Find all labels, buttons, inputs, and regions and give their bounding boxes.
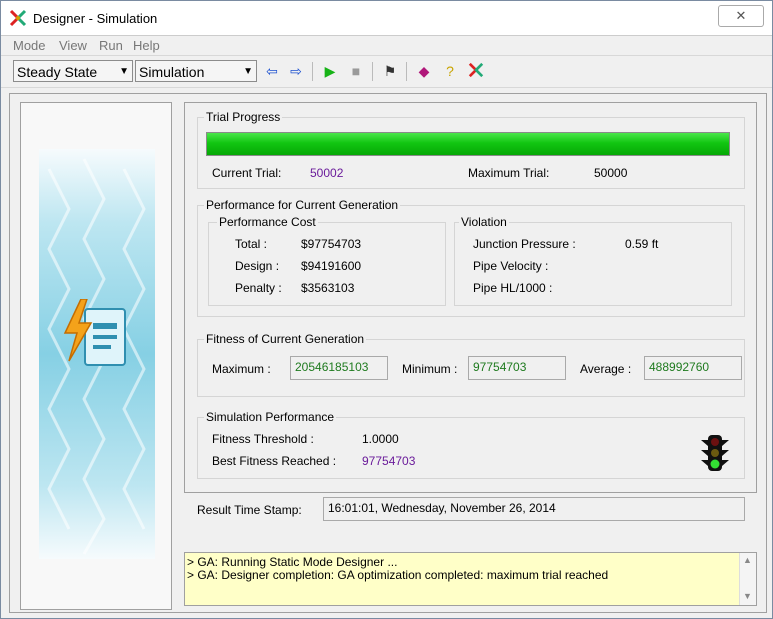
- mode-select[interactable]: Steady State ▼: [13, 60, 133, 82]
- best-fitness-value: 97754703: [362, 454, 416, 468]
- scroll-down-icon[interactable]: ▼: [743, 591, 752, 601]
- message-log[interactable]: > GA: Running Static Mode Designer ... >…: [184, 552, 757, 606]
- design-value: $94191600: [301, 259, 362, 273]
- violation-group: Violation Junction Pressure : 0.59 ft Pi…: [454, 215, 732, 306]
- toolbar-separator: [372, 62, 373, 81]
- help-icon[interactable]: ?: [441, 62, 459, 80]
- lightning-document-icon: [61, 298, 131, 374]
- book-icon[interactable]: ◆: [415, 62, 433, 80]
- close-button[interactable]: ✕: [718, 5, 764, 27]
- back-arrow-icon[interactable]: ⇦: [263, 62, 281, 80]
- fitness-threshold-value: 1.0000: [362, 432, 399, 446]
- left-image-panel: [20, 102, 172, 610]
- total-value: $97754703: [301, 237, 362, 251]
- group-title: Trial Progress: [204, 110, 283, 124]
- group-title: Simulation Performance: [204, 410, 337, 424]
- total-label: Total :: [235, 237, 268, 251]
- simulation-performance-group: Simulation Performance Fitness Threshold…: [197, 410, 745, 479]
- current-trial-label: Current Trial:: [212, 166, 282, 180]
- group-title: Fitness of Current Generation: [204, 332, 367, 346]
- trial-progress-group: Trial Progress Current Trial: 50002 Maxi…: [197, 110, 745, 189]
- timestamp-label: Result Time Stamp:: [197, 503, 302, 517]
- flag-icon[interactable]: ⚑: [381, 62, 399, 80]
- window-title: Designer - Simulation: [33, 11, 158, 26]
- chevron-down-icon: ▼: [243, 66, 253, 77]
- chevron-down-icon: ▼: [119, 66, 129, 77]
- view-select[interactable]: Simulation ▼: [135, 60, 257, 82]
- performance-cost-group: Performance Cost Total : $97754703 Desig…: [208, 215, 446, 306]
- fitness-threshold-label: Fitness Threshold :: [212, 432, 314, 446]
- group-title: Violation: [459, 215, 509, 229]
- maximum-trial-label: Maximum Trial:: [468, 166, 550, 180]
- menu-run[interactable]: Run: [99, 38, 123, 53]
- fitness-average-label: Average :: [580, 362, 632, 376]
- design-label: Design :: [235, 259, 280, 273]
- performance-group: Performance for Current Generation Perfo…: [197, 198, 745, 317]
- log-scrollbar[interactable]: ▲ ▼: [739, 553, 756, 605]
- menu-help[interactable]: Help: [133, 38, 160, 53]
- simulation-panel: Trial Progress Current Trial: 50002 Maxi…: [184, 102, 757, 521]
- penalty-value: $3563103: [301, 281, 355, 295]
- log-line: > GA: Designer completion: GA optimizati…: [187, 568, 609, 582]
- fitness-average-value: 488992760: [644, 356, 742, 380]
- fitness-maximum-label: Maximum :: [212, 362, 271, 376]
- timestamp-field: 16:01:01, Wednesday, November 26, 2014: [323, 497, 745, 521]
- best-fitness-label: Best Fitness Reached :: [212, 454, 337, 468]
- trial-progress-bar: [206, 132, 730, 156]
- title-bar: Designer - Simulation ✕: [1, 1, 772, 35]
- designer-window: Designer - Simulation ✕ Mode View Run He…: [0, 0, 773, 619]
- group-title: Performance for Current Generation: [204, 198, 401, 212]
- designer-logo-icon[interactable]: [467, 62, 485, 80]
- app-logo-icon: [9, 9, 27, 27]
- forward-arrow-icon[interactable]: ⇨: [287, 62, 305, 80]
- current-trial-value: 50002: [310, 166, 344, 180]
- decorative-banner: [39, 149, 155, 559]
- scroll-up-icon[interactable]: ▲: [743, 555, 752, 565]
- play-icon[interactable]: ▶: [321, 62, 339, 80]
- fitness-maximum-value: 20546185103: [290, 356, 388, 380]
- fitness-minimum-label: Minimum :: [402, 362, 458, 376]
- menu-mode[interactable]: Mode: [13, 38, 46, 53]
- junction-pressure-value: 0.59 ft: [625, 237, 659, 251]
- log-line: > GA: Running Static Mode Designer ...: [187, 555, 398, 569]
- menu-bar: Mode View Run Help: [1, 35, 772, 55]
- client-area: Trial Progress Current Trial: 50002 Maxi…: [9, 93, 767, 613]
- toolbar-separator: [406, 62, 407, 81]
- fitness-minimum-value: 97754703: [468, 356, 566, 380]
- traffic-light-icon: [700, 434, 730, 475]
- view-select-value: Simulation: [139, 64, 205, 80]
- group-title: Performance Cost: [217, 215, 318, 229]
- pipe-velocity-label: Pipe Velocity :: [473, 259, 549, 273]
- menu-view[interactable]: View: [59, 38, 87, 53]
- toolbar: Steady State ▼ Simulation ▼ ⇦ ⇨ ▶ ■ ⚑ ◆ …: [1, 55, 772, 88]
- pipe-hl-label: Pipe HL/1000 :: [473, 281, 553, 295]
- toolbar-separator: [312, 62, 313, 81]
- mode-select-value: Steady State: [17, 64, 98, 80]
- fitness-group: Fitness of Current Generation Maximum : …: [197, 332, 745, 397]
- stop-icon[interactable]: ■: [347, 62, 365, 80]
- penalty-label: Penalty :: [235, 281, 282, 295]
- junction-pressure-label: Junction Pressure :: [473, 237, 576, 251]
- maximum-trial-value: 50000: [594, 166, 628, 180]
